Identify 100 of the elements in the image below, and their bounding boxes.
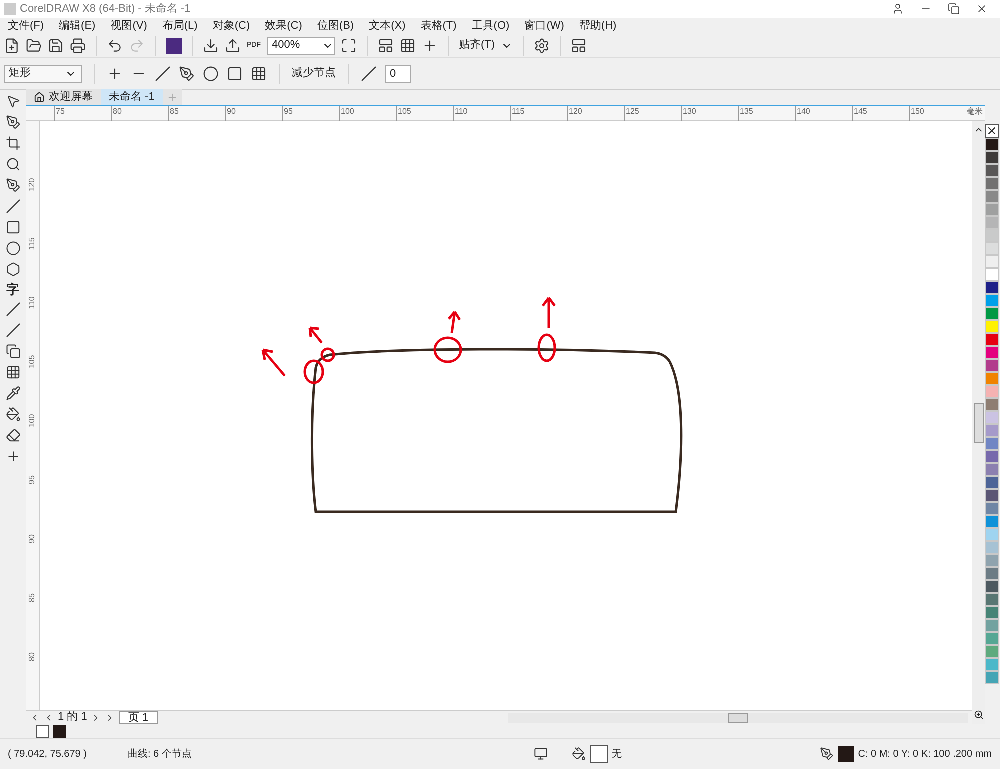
line-icon[interactable] — [155, 66, 171, 82]
color-swatch[interactable] — [985, 138, 999, 151]
color-swatch[interactable] — [985, 242, 999, 255]
color-swatch[interactable] — [985, 281, 999, 294]
color-swatch[interactable] — [985, 450, 999, 463]
horizontal-scrollbar[interactable] — [508, 712, 968, 722]
add-tool-icon[interactable] — [6, 449, 20, 464]
new-file-icon[interactable] — [4, 38, 20, 54]
eyedropper-icon[interactable] — [6, 386, 20, 401]
square-icon[interactable] — [227, 66, 243, 82]
color-swatch[interactable] — [985, 294, 999, 307]
color-swatch[interactable] — [985, 229, 999, 242]
color-swatch[interactable] — [985, 502, 999, 515]
document-tab[interactable]: 未命名 -1 — [101, 89, 163, 105]
zoom-icon[interactable] — [6, 157, 20, 172]
shadow-icon[interactable] — [6, 344, 20, 359]
zoom-dropdown[interactable]: 400% — [267, 36, 335, 54]
color-swatch[interactable] — [985, 372, 999, 385]
color-swatch[interactable] — [985, 268, 999, 281]
menu-item[interactable]: 视图(V) — [110, 18, 148, 34]
menu-item[interactable]: 对象(C) — [212, 18, 250, 34]
color-swatch[interactable] — [985, 671, 999, 684]
color-swatch[interactable] — [985, 385, 999, 398]
print-icon[interactable] — [70, 38, 86, 54]
undo-icon[interactable] — [107, 38, 123, 54]
import-icon[interactable] — [203, 38, 219, 54]
color-swatch[interactable] — [985, 411, 999, 424]
color-swatch[interactable] — [985, 151, 999, 164]
color-swatch[interactable] — [985, 515, 999, 528]
save-icon[interactable] — [48, 38, 64, 54]
color-swatch[interactable] — [985, 528, 999, 541]
rectangle-icon[interactable] — [6, 220, 20, 235]
scroll-thumb[interactable] — [728, 712, 748, 722]
color-swatch[interactable] — [985, 541, 999, 554]
text-tool-icon[interactable]: 字 — [6, 283, 20, 296]
color-swatch[interactable] — [985, 463, 999, 476]
color-swatch[interactable] — [985, 164, 999, 177]
close-icon[interactable] — [976, 3, 988, 15]
crop-icon[interactable] — [6, 136, 20, 151]
ellipse-icon[interactable] — [6, 241, 20, 256]
color-swatch[interactable] — [985, 554, 999, 567]
color-swatch[interactable] — [985, 255, 999, 268]
grid-icon[interactable] — [400, 38, 416, 54]
color-swatch[interactable] — [985, 333, 999, 346]
color-swatch[interactable] — [985, 190, 999, 203]
pen-icon[interactable] — [6, 178, 20, 193]
color-swatch[interactable] — [985, 203, 999, 216]
export-icon[interactable] — [225, 38, 241, 54]
menu-item[interactable]: 编辑(E) — [59, 18, 96, 34]
menu-item[interactable]: 帮助(H) — [579, 18, 617, 34]
menu-item[interactable]: 布局(L) — [162, 18, 198, 34]
restore-icon[interactable] — [948, 3, 960, 15]
color-swatch[interactable] — [985, 320, 999, 333]
reduce-nodes-button[interactable]: 减少节点 — [292, 65, 336, 82]
monitor-icon[interactable] — [534, 747, 548, 761]
no-color-swatch[interactable] — [985, 124, 999, 138]
color-swatch[interactable] — [985, 177, 999, 190]
open-folder-icon[interactable] — [26, 38, 42, 54]
outline-pen-icon[interactable] — [820, 747, 834, 761]
menu-item[interactable]: 窗口(W) — [524, 18, 564, 34]
menu-item[interactable]: 位图(B) — [317, 18, 354, 34]
color-swatch[interactable] — [985, 632, 999, 645]
color-swatch[interactable] — [985, 619, 999, 632]
color-swatch[interactable] — [985, 606, 999, 619]
page-tab[interactable]: 页 1 — [119, 711, 158, 724]
no-color-swatch[interactable] — [36, 724, 49, 738]
color-swatch[interactable] — [985, 645, 999, 658]
smoothness-field[interactable]: 0 — [385, 64, 411, 82]
fill-icon[interactable] — [572, 747, 586, 761]
fill-icon[interactable] — [6, 407, 20, 422]
grid-icon[interactable] — [251, 66, 267, 82]
menu-item[interactable]: 文本(X) — [369, 18, 406, 34]
settings-icon[interactable] — [534, 38, 550, 54]
document-tab[interactable]: 欢迎屏幕 — [26, 89, 101, 105]
scroll-thumb[interactable] — [974, 402, 984, 442]
color-swatch[interactable] — [985, 489, 999, 502]
color-swatch[interactable] — [985, 307, 999, 320]
color-swatch[interactable] — [985, 424, 999, 437]
color-swatch[interactable] — [985, 567, 999, 580]
color-swatch[interactable] — [985, 346, 999, 359]
color-swatch[interactable] — [985, 580, 999, 593]
color-swatch[interactable] — [985, 476, 999, 489]
snap-dropdown[interactable]: 贴齐(T) — [459, 37, 496, 54]
zoom-icon[interactable] — [974, 710, 984, 720]
menu-item[interactable]: 文件(F) — [8, 18, 44, 34]
color-swatch[interactable] — [985, 216, 999, 229]
menu-item[interactable]: 表格(T) — [420, 18, 457, 34]
node-icon[interactable] — [203, 66, 219, 82]
fullscreen-icon[interactable] — [341, 38, 357, 54]
color-swatch[interactable] — [985, 398, 999, 411]
color-swatch[interactable] — [985, 593, 999, 606]
menu-item[interactable]: 效果(C) — [265, 18, 302, 34]
shape-dropdown[interactable]: 矩形 — [4, 64, 82, 82]
color-swatch[interactable] — [985, 658, 999, 671]
user-icon[interactable] — [892, 3, 904, 15]
color-swatch[interactable] — [985, 437, 999, 450]
polygon-icon[interactable] — [6, 262, 20, 277]
color-swatch[interactable] — [53, 724, 66, 738]
pointer-icon[interactable] — [6, 94, 20, 109]
color-swatch[interactable] — [985, 359, 999, 372]
